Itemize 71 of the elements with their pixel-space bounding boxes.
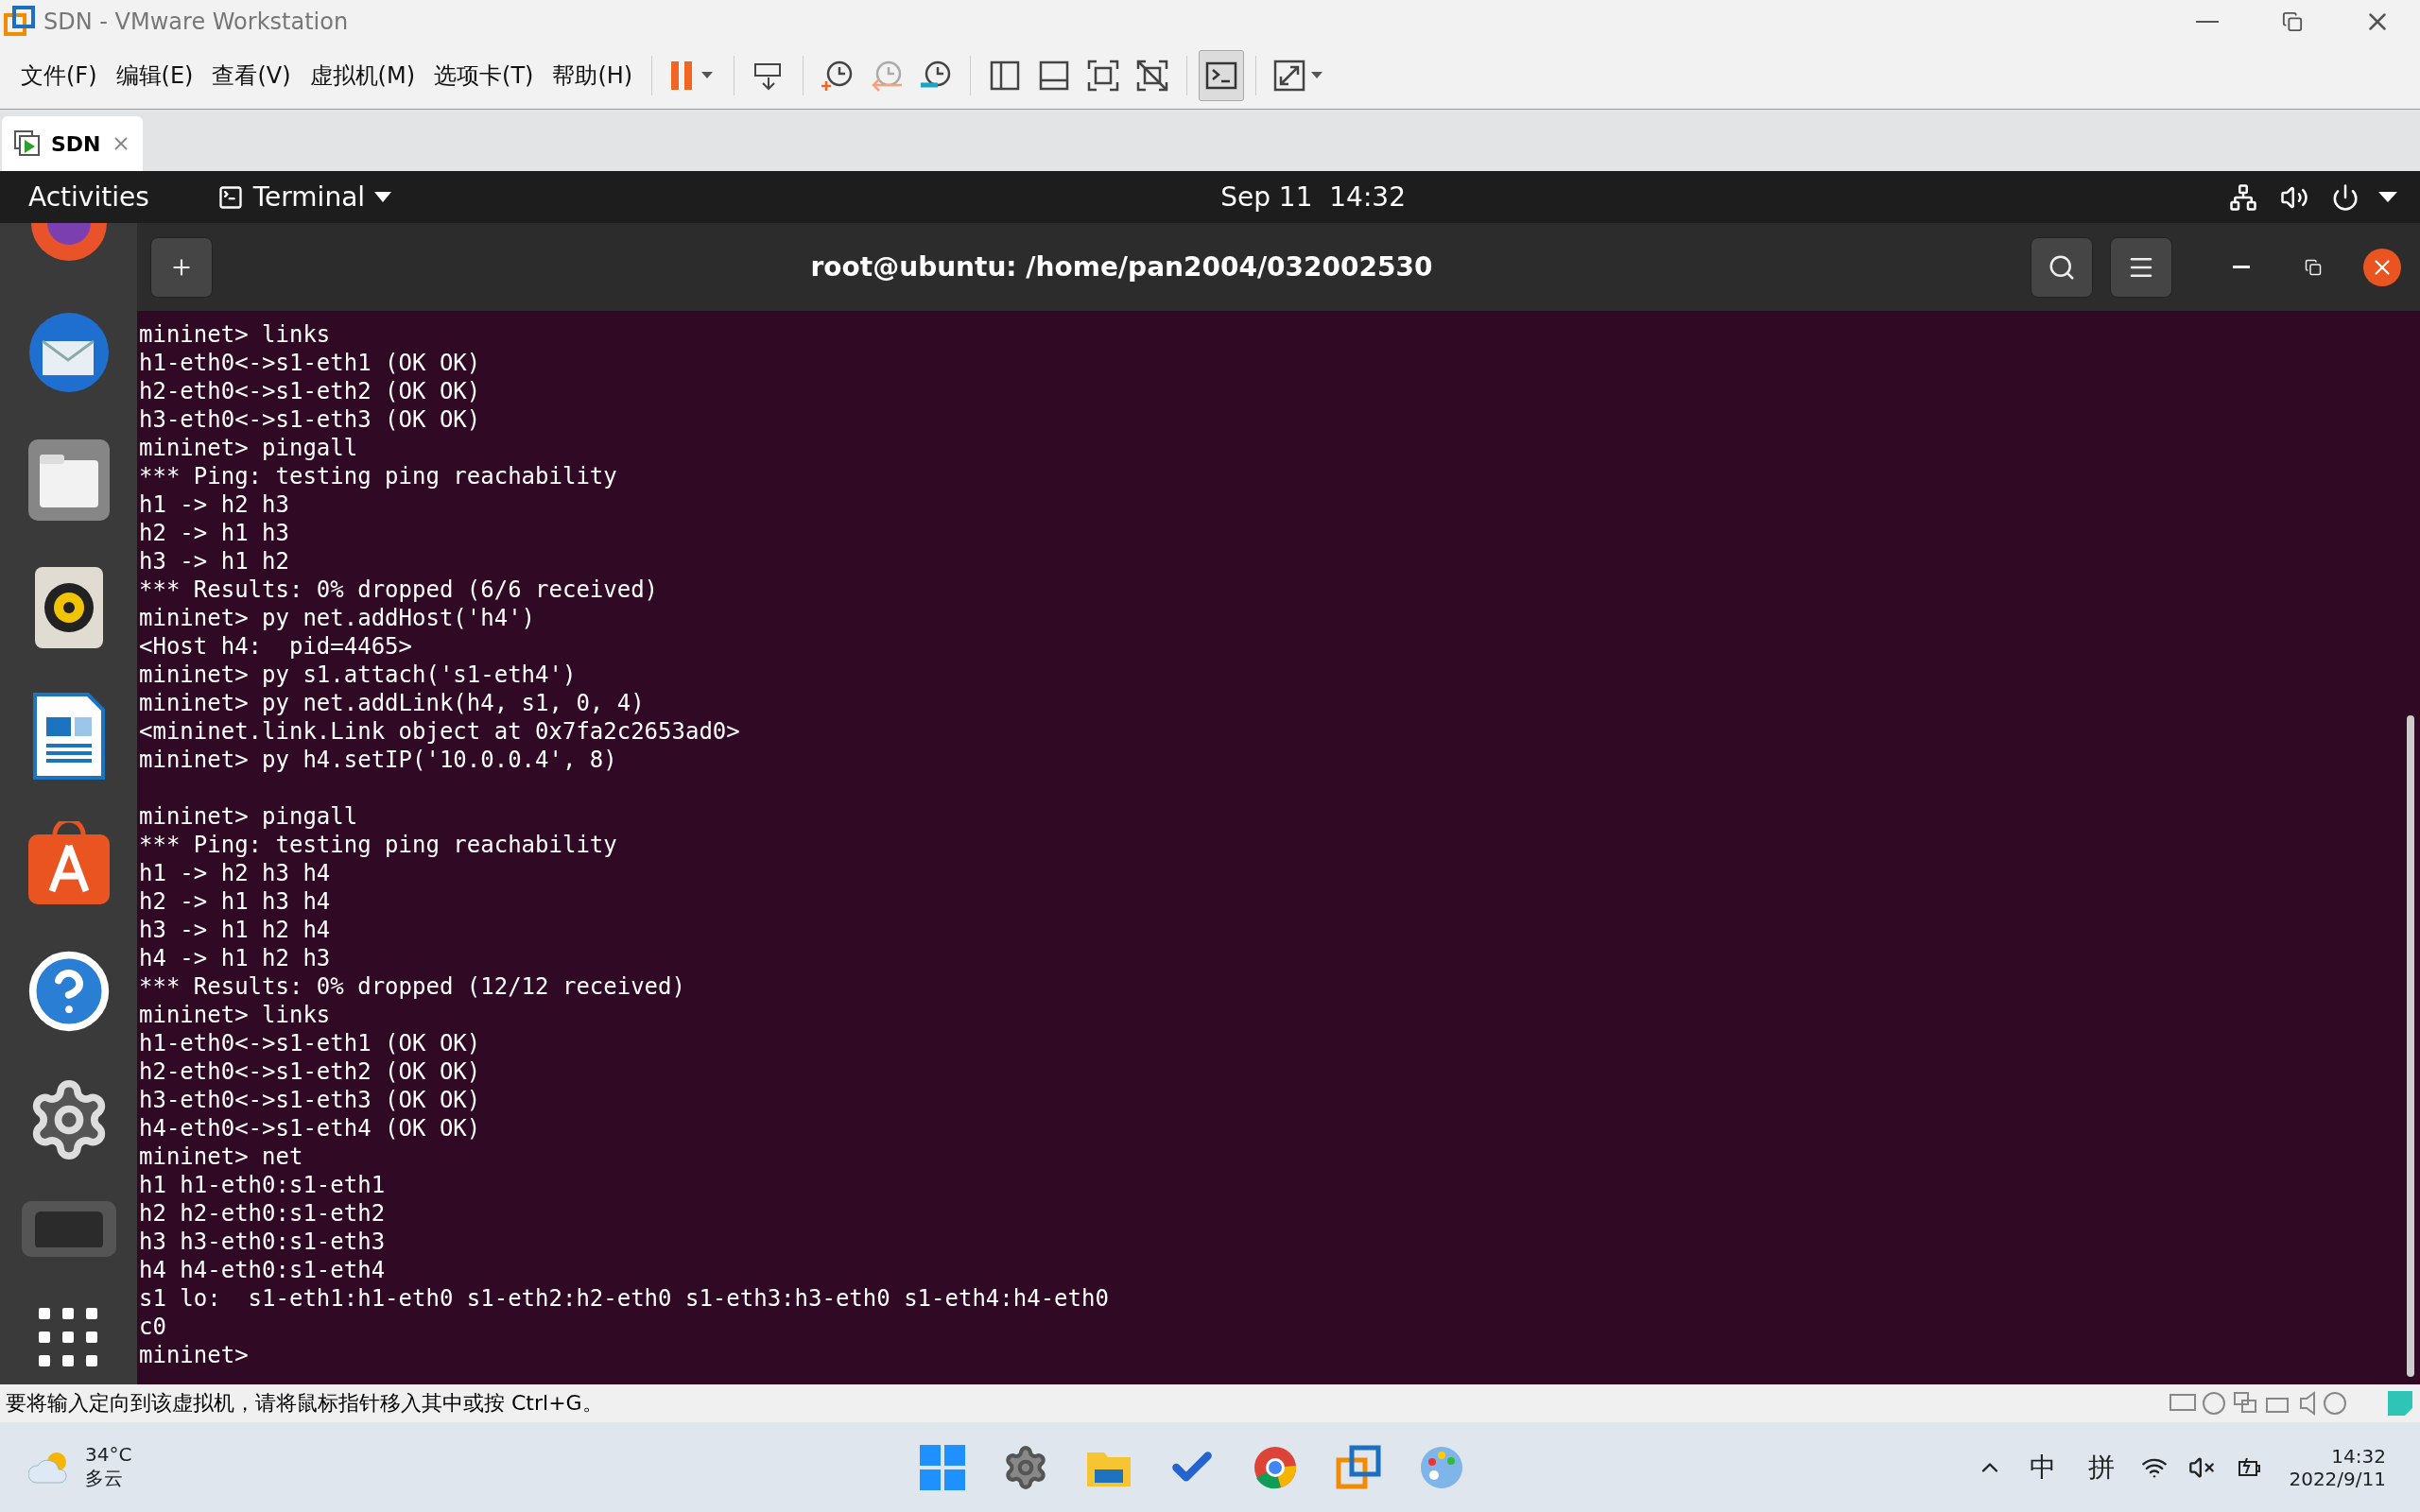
caret-icon xyxy=(374,191,392,203)
tab-label: SDN xyxy=(51,131,101,156)
search-button[interactable] xyxy=(2031,236,2093,298)
terminal-line: h2-eth0<->s1-eth2 (OK OK) xyxy=(139,1057,482,1086)
note-icon xyxy=(2386,1389,2414,1418)
terminal-line: h1 -> h2 h3 h4 xyxy=(139,859,332,887)
terminal-line: h4 -> h1 h2 h3 xyxy=(139,944,332,972)
terminal-line: <Host h4: pid=4465> xyxy=(139,632,413,661)
vmware-logo-icon xyxy=(4,5,36,38)
clock[interactable]: Sep 11 14:32 xyxy=(1215,180,1411,214)
network-icon[interactable] xyxy=(2229,182,2257,212)
ime-indicator[interactable]: 拼 xyxy=(2083,1448,2121,1486)
scrollbar-thumb[interactable] xyxy=(2407,715,2414,1377)
minimize-icon xyxy=(2196,20,2219,23)
minimize-icon xyxy=(2233,266,2250,268)
vm-tab[interactable]: SDN xyxy=(2,116,143,171)
weather-condition: 多云 xyxy=(85,1466,124,1491)
terminal-line: h2-eth0<->s1-eth2 (OK OK) xyxy=(139,377,482,405)
terminal-line: h3-eth0<->s1-eth3 (OK OK) xyxy=(139,405,482,434)
terminal-line: mininet> net xyxy=(139,1143,304,1171)
menu-item[interactable]: 文件(F) xyxy=(13,60,105,91)
terminal-line: mininet> py net.addHost('h4') xyxy=(139,604,537,632)
power-icon[interactable] xyxy=(2331,182,2360,212)
restore-icon xyxy=(2282,10,2303,32)
terminal-line: h1-eth0<->s1-eth1 (OK OK) xyxy=(139,1029,482,1057)
vm-icon xyxy=(13,129,42,158)
terminal-title: root@ubuntu: /home/pan2004/032002530 xyxy=(809,251,1434,283)
terminal-line: <mininet.link.Link object at 0x7fa2c2653ad0> xyxy=(139,717,741,746)
window-title: SDN - VMware Workstation xyxy=(43,8,350,35)
terminal-line: h2 h2-eth0:s1-eth2 xyxy=(139,1199,387,1228)
terminal-line: h1 -> h2 h3 xyxy=(139,490,290,519)
caret-icon[interactable] xyxy=(2378,191,2397,203)
terminal-line: *** Ping: testing ping reachability xyxy=(139,831,618,859)
terminal-line: mininet> py s1.attach('s1-eth4') xyxy=(139,661,578,689)
terminal-line: h1-eth0<->s1-eth1 (OK OK) xyxy=(139,349,482,377)
restore-icon xyxy=(2305,258,2322,276)
terminal-line: mininet> py net.addLink(h4, s1, 0, 4) xyxy=(139,689,646,717)
temperature: 34°C xyxy=(85,1443,132,1466)
terminal-line: c0 xyxy=(139,1313,167,1341)
terminal-line: h3 -> h1 h2 h4 xyxy=(139,916,332,944)
terminal-line: s1 lo: s1-eth1:h1-eth0 s1-eth2:h2-eth0 s1-eth3:h3-eth0 s1-eth4:h4-eth0 xyxy=(139,1284,1110,1313)
terminal-line: h4 h4-eth0:s1-eth4 xyxy=(139,1256,387,1284)
app-menu[interactable]: Terminal xyxy=(211,180,398,214)
taskbar-clock[interactable]: 14:32 2022/9/11 xyxy=(2283,1443,2392,1491)
menu-item[interactable]: 编辑(E) xyxy=(108,60,201,91)
close-button[interactable] xyxy=(2363,248,2401,286)
terminal-line: mininet> xyxy=(139,1341,250,1369)
terminal-line: mininet> links xyxy=(139,1001,332,1029)
terminal-line: h2 -> h1 h3 h4 xyxy=(139,887,332,916)
activities-button[interactable]: Activities xyxy=(23,180,155,214)
terminal-line: mininet> links xyxy=(139,320,332,349)
terminal-line: h3 h3-eth0:s1-eth3 xyxy=(139,1228,387,1256)
console-view-icon[interactable] xyxy=(1199,50,1245,101)
terminal-line: h2 -> h1 h3 xyxy=(139,519,290,547)
menu-item[interactable]: 选项卡(T) xyxy=(426,60,542,91)
terminal-line: mininet> py h4.setIP('10.0.0.4', 8) xyxy=(139,746,618,774)
terminal-line: mininet> pingall xyxy=(139,434,359,462)
menu-item[interactable]: 查看(V) xyxy=(204,60,299,91)
menu-item[interactable]: 虚拟机(M) xyxy=(302,60,423,91)
terminal-line: *** Results: 0% dropped (6/6 received) xyxy=(139,576,660,604)
terminal-line: *** Results: 0% dropped (12/12 received) xyxy=(139,972,686,1001)
menu-item[interactable]: 帮助(H) xyxy=(544,60,641,91)
status-message: 要将输入定向到该虚拟机，请将鼠标指针移入其中或按 Ctrl+G。 xyxy=(6,1390,604,1417)
terminal-line: h1 h1-eth0:s1-eth1 xyxy=(139,1171,387,1199)
terminal-line: h3 -> h1 h2 xyxy=(139,547,290,576)
terminal-line: *** Ping: testing ping reachability xyxy=(139,462,618,490)
menu-button[interactable] xyxy=(2110,236,2172,298)
input-mode-indicator[interactable]: 中 xyxy=(2024,1448,2063,1486)
terminal-line: h4-eth0<->s1-eth4 (OK OK) xyxy=(139,1114,482,1143)
terminal-line: h3-eth0<->s1-eth3 (OK OK) xyxy=(139,1086,482,1114)
terminal-line: mininet> pingall xyxy=(139,802,359,831)
